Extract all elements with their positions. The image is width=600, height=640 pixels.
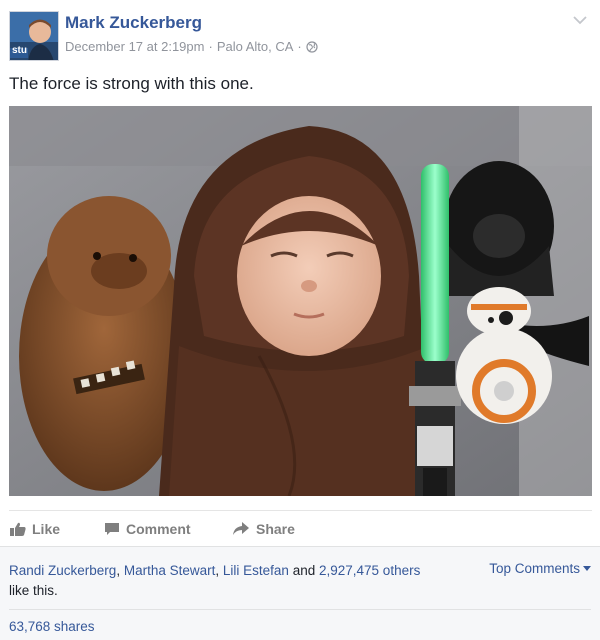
post-location[interactable]: Palo Alto, CA xyxy=(217,39,294,54)
like-button[interactable]: Like xyxy=(10,521,60,537)
caret-down-icon xyxy=(583,565,591,571)
others-link[interactable]: 2,927,475 others xyxy=(319,563,420,578)
comment-button[interactable]: Comment xyxy=(104,521,191,537)
like-this-text: like this. xyxy=(9,583,58,598)
post-meta: December 17 at 2:19pm · Palo Alto, CA · xyxy=(65,39,318,54)
post-photo[interactable] xyxy=(9,106,592,496)
top-comments-dropdown[interactable]: Top Comments xyxy=(489,561,591,576)
chevron-down-icon[interactable] xyxy=(571,13,589,27)
avatar[interactable]: stu xyxy=(9,11,59,61)
thumbs-up-icon xyxy=(10,522,26,536)
avatar-badge-text: stu xyxy=(12,45,27,56)
top-comments-label: Top Comments xyxy=(489,561,580,576)
and-text: and xyxy=(292,563,316,578)
post-header: stu Mark Zuckerberg December 17 at 2:19p… xyxy=(9,9,591,61)
post-timestamp[interactable]: December 17 at 2:19pm xyxy=(65,39,204,54)
globe-icon[interactable] xyxy=(306,40,318,53)
action-bar: Like Comment Share xyxy=(9,510,592,546)
liker-link[interactable]: Randi Zuckerberg xyxy=(9,563,116,578)
reactions-section: Randi Zuckerberg, Martha Stewart, Lili E… xyxy=(0,546,600,640)
liker-link[interactable]: Lili Estefan xyxy=(223,563,289,578)
meta-separator: · xyxy=(297,39,302,54)
comment-label: Comment xyxy=(126,521,191,537)
meta-separator: · xyxy=(208,39,213,54)
post-text: The force is strong with this one. xyxy=(9,74,254,93)
comment-icon xyxy=(105,523,119,535)
author-name[interactable]: Mark Zuckerberg xyxy=(65,13,202,33)
share-arrow-icon xyxy=(233,522,249,535)
divider xyxy=(9,609,591,610)
share-button[interactable]: Share xyxy=(232,521,295,537)
likers-summary: Randi Zuckerberg, Martha Stewart, Lili E… xyxy=(9,563,421,598)
like-label: Like xyxy=(32,521,61,537)
photo-illustration xyxy=(9,106,592,496)
liker-link[interactable]: Martha Stewart xyxy=(124,563,216,578)
shares-count[interactable]: 63,768 shares xyxy=(9,619,95,634)
share-label: Share xyxy=(256,521,295,537)
